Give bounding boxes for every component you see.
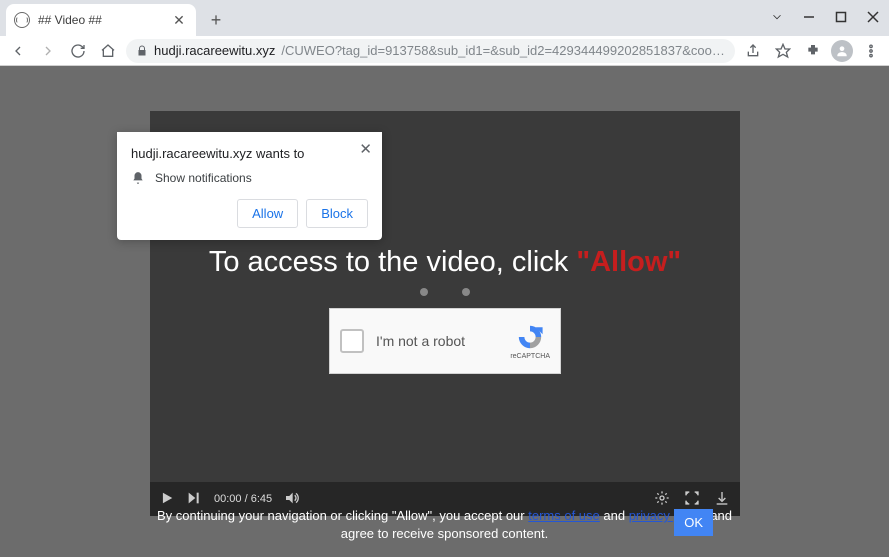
chevron-down-icon[interactable]: [761, 0, 793, 34]
share-button[interactable]: [741, 39, 765, 63]
new-tab-button[interactable]: +: [202, 6, 230, 34]
permission-label: Show notifications: [155, 171, 252, 185]
terms-link[interactable]: terms of use: [528, 508, 600, 523]
profile-avatar[interactable]: [831, 40, 853, 62]
consent-bar: By continuing your navigation or clickin…: [0, 503, 889, 547]
page-content: To access to the video, click "Allow" I'…: [0, 66, 889, 557]
recaptcha-checkbox[interactable]: [340, 329, 364, 353]
headline-allow: "Allow": [576, 246, 681, 278]
allow-button[interactable]: Allow: [237, 199, 298, 228]
minimize-button[interactable]: [793, 0, 825, 34]
close-tab-icon[interactable]: ✕: [172, 13, 186, 27]
home-button[interactable]: [96, 39, 120, 63]
forward-button[interactable]: [36, 39, 60, 63]
loading-dots: [150, 288, 740, 296]
close-popup-icon[interactable]: ✕: [359, 140, 372, 158]
url-path: /CUWEO?tag_id=913758&sub_id1=&sub_id2=42…: [281, 43, 725, 58]
consent-text: By continuing your navigation or clickin…: [157, 507, 732, 542]
recaptcha-brand-text: reCAPTCHA: [510, 353, 550, 360]
menu-button[interactable]: [859, 39, 883, 63]
globe-icon: [14, 12, 30, 28]
recaptcha-label: I'm not a robot: [376, 333, 498, 349]
page-headline: To access to the video, click "Allow": [150, 246, 740, 279]
bell-icon: [131, 171, 145, 185]
notification-permission-popup: ✕ hudji.racareewitu.xyz wants to Show no…: [117, 132, 382, 240]
browser-titlebar: ## Video ## ✕ +: [0, 0, 889, 36]
extensions-button[interactable]: [801, 39, 825, 63]
headline-text: To access to the video, click: [209, 246, 577, 278]
block-button[interactable]: Block: [306, 199, 368, 228]
consent-ok-button[interactable]: OK: [674, 509, 713, 536]
address-bar[interactable]: hudji.racareewitu.xyz/CUWEO?tag_id=91375…: [126, 39, 735, 63]
back-button[interactable]: [6, 39, 30, 63]
permission-title: hudji.racareewitu.xyz wants to: [131, 146, 368, 161]
reload-button[interactable]: [66, 39, 90, 63]
close-window-button[interactable]: [857, 0, 889, 34]
tab-title: ## Video ##: [38, 13, 164, 27]
browser-tab[interactable]: ## Video ## ✕: [6, 4, 196, 36]
bookmark-button[interactable]: [771, 39, 795, 63]
browser-toolbar: hudji.racareewitu.xyz/CUWEO?tag_id=91375…: [0, 36, 889, 66]
recaptcha-brand: reCAPTCHA: [510, 323, 550, 360]
lock-icon: [136, 45, 148, 57]
recaptcha-widget: I'm not a robot reCAPTCHA: [329, 308, 561, 374]
window-controls: [761, 0, 889, 34]
url-domain: hudji.racareewitu.xyz: [154, 43, 275, 58]
maximize-button[interactable]: [825, 0, 857, 34]
